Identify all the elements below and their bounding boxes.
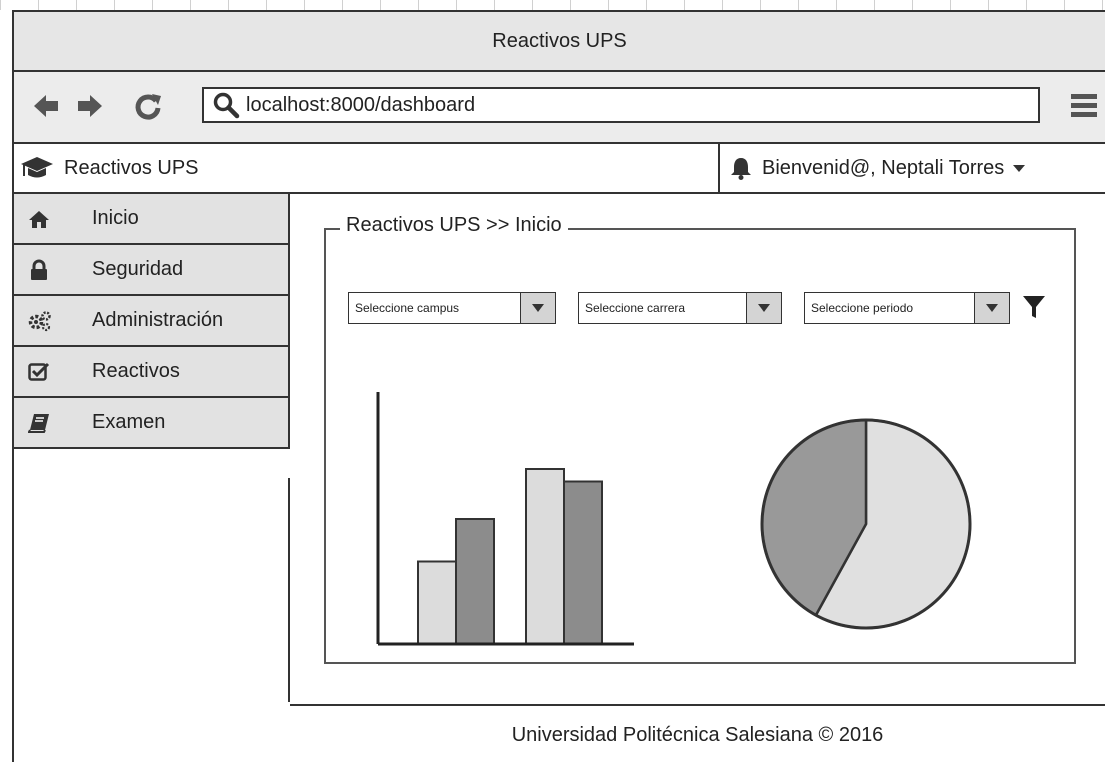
window-title: Reactivos UPS (492, 29, 627, 52)
chevron-down-icon (1013, 165, 1026, 172)
bar (417, 560, 457, 645)
welcome-text: Bienvenid@, Neptali Torres (762, 156, 1005, 179)
lock-icon (26, 257, 52, 283)
sidebar-item-label: Reactivos (92, 360, 180, 382)
window-titlebar: Reactivos UPS (14, 12, 1105, 72)
charts-area (376, 392, 972, 646)
bar (525, 468, 565, 645)
bar (455, 518, 495, 645)
browser-navbar: localhost:8000/dashboard (14, 72, 1105, 144)
sidebar-empty-area (14, 478, 290, 702)
address-bar[interactable]: localhost:8000/dashboard (202, 87, 1040, 123)
dashboard-panel: Reactivos UPS >> Inicio Seleccione campu… (324, 214, 1076, 664)
graduation-cap-icon (21, 157, 53, 178)
forward-arrow-icon[interactable] (74, 90, 106, 122)
footer: Universidad Politécnica Salesiana © 2016 (290, 706, 1105, 764)
hamburger-menu-icon[interactable] (1069, 90, 1099, 120)
browser-window: Reactivos UPS localhost:8000/dashboard R… (12, 10, 1105, 762)
user-menu[interactable]: Bienvenid@, Neptali Torres (718, 144, 1105, 192)
bell-icon (731, 158, 751, 180)
checkbox-icon (26, 359, 52, 385)
sidebar-item-reactivos[interactable]: Reactivos (14, 347, 290, 398)
sidebar-item-label: Examen (92, 411, 166, 433)
home-icon (26, 206, 52, 232)
sidebar-item-label: Administración (92, 309, 224, 331)
book-icon (26, 410, 52, 436)
sidebar: Inicio Seguridad Administración Reactivo… (14, 194, 290, 449)
brand-name: Reactivos UPS (64, 156, 199, 179)
sidebar-item-inicio[interactable]: Inicio (14, 194, 290, 245)
reload-icon[interactable] (132, 90, 164, 122)
background-grid (0, 0, 1105, 10)
search-icon (213, 92, 240, 119)
app-header: Reactivos UPS Bienvenid@, Neptali Torres (14, 144, 1105, 194)
gears-icon (26, 308, 52, 334)
sidebar-item-administracion[interactable]: Administración (14, 296, 290, 347)
main-content: Reactivos UPS >> Inicio Seleccione campu… (290, 194, 1105, 706)
url-text: localhost:8000/dashboard (246, 93, 476, 116)
brand[interactable]: Reactivos UPS (20, 144, 199, 192)
sidebar-item-label: Inicio (92, 207, 139, 229)
bar (563, 480, 603, 645)
back-arrow-icon[interactable] (30, 90, 62, 122)
sidebar-item-seguridad[interactable]: Seguridad (14, 245, 290, 296)
sidebar-item-examen[interactable]: Examen (14, 398, 290, 449)
footer-text: Universidad Politécnica Salesiana © 2016 (511, 723, 884, 746)
sidebar-item-label: Seguridad (92, 258, 184, 280)
